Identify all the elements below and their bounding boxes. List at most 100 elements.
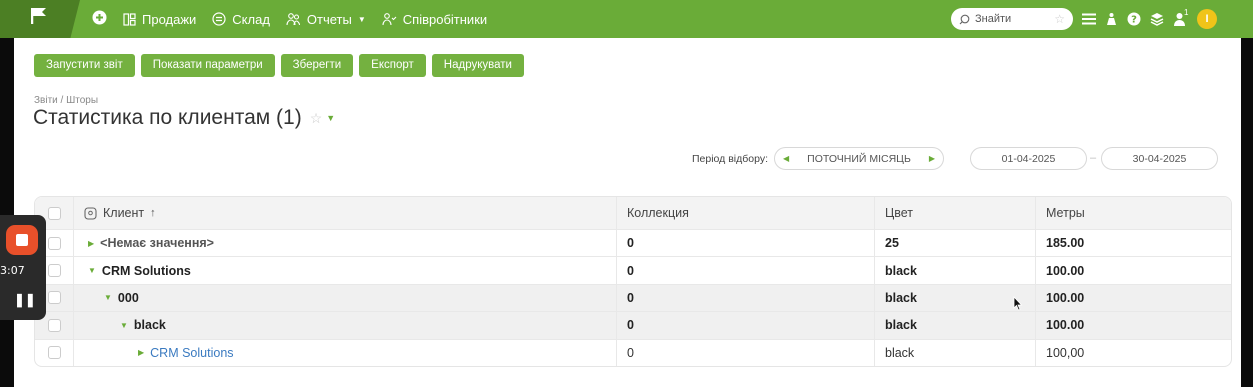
cell-meters: 100.00 — [1046, 290, 1085, 305]
date-to-field[interactable]: 30-04-2025 — [1101, 147, 1218, 170]
cell-client: CRM Solutions — [101, 263, 191, 278]
stop-icon — [16, 234, 28, 246]
column-client-label: Клиент — [103, 206, 145, 220]
column-meters[interactable]: Метры — [1036, 197, 1231, 229]
nav-reports[interactable]: Отчеты ▼ — [286, 12, 366, 27]
period-filter: Період відбору: ◀ ПОТОЧНИЙ МІСЯЦЬ ▶ — [692, 147, 944, 170]
cell-color: black — [875, 284, 1036, 312]
date-separator: – — [1090, 152, 1097, 164]
cell-collection: 0 — [617, 257, 875, 284]
table-row[interactable]: ▶ <Немає значення> 0 25 185.00 — [35, 229, 1231, 257]
cell-meters: 185.00 — [1046, 236, 1085, 251]
next-period-icon[interactable]: ▶ — [929, 154, 935, 163]
period-label: Період відбору: — [692, 152, 768, 165]
favorite-star-icon[interactable]: ☆ — [310, 110, 323, 127]
add-icon[interactable] — [92, 10, 107, 28]
period-selector[interactable]: ◀ ПОТОЧНИЙ МІСЯЦЬ ▶ — [774, 147, 944, 170]
bell-icon[interactable] — [1105, 12, 1118, 26]
show-parameters-button[interactable]: Показати параметри — [140, 54, 275, 77]
cell-meters: 100.00 — [1046, 318, 1085, 333]
table-row[interactable]: ▶ CRM Solutions 0 black 100,00 — [35, 338, 1231, 366]
page-title-wrap: Статистика по клиентам (1) ☆ ▼ — [33, 106, 335, 130]
users-icon — [286, 13, 300, 26]
cell-collection: 0 — [617, 339, 875, 366]
column-collection[interactable]: Коллекция — [617, 197, 875, 229]
report-page: Запустити звіт Показати параметри Зберег… — [14, 38, 1241, 387]
search-placeholder: Знайти — [975, 13, 1012, 25]
pause-icon[interactable]: ❚❚ — [14, 292, 36, 308]
user-notifications[interactable]: 1 — [1173, 8, 1188, 26]
export-button[interactable]: Експорт — [359, 54, 426, 77]
expand-icon[interactable]: ▶ — [138, 348, 144, 357]
expand-icon[interactable]: ▶ — [88, 239, 94, 248]
flag-icon — [31, 8, 46, 24]
cell-client-link[interactable]: CRM Solutions — [150, 346, 233, 360]
star-icon[interactable]: ☆ — [1054, 12, 1065, 26]
table-row[interactable]: ▼ black 0 black 100.00 — [35, 311, 1231, 339]
table-row[interactable]: ▼ 000 0 black 100.00 — [35, 283, 1231, 312]
grid-icon — [123, 12, 136, 26]
sort-asc-icon[interactable]: ↑ — [150, 207, 156, 219]
cell-meters: 100.00 — [1046, 263, 1085, 278]
avatar[interactable]: I — [1197, 9, 1217, 29]
cell-client: 000 — [117, 290, 139, 305]
breadcrumb[interactable]: Звіти / Шторы — [34, 95, 98, 106]
recording-timer: 3:07 — [0, 264, 25, 277]
home-logo[interactable] — [0, 0, 80, 38]
box-icon — [212, 12, 226, 26]
help-icon[interactable]: ? — [1127, 12, 1141, 26]
action-toolbar: Запустити звіт Показати параметри Зберег… — [34, 54, 524, 77]
cell-color: black — [875, 312, 1036, 339]
cell-color: black — [875, 339, 1036, 366]
top-navigation-bar: Продажи Склад Отчеты ▼ Співробітники Зна… — [0, 0, 1253, 38]
date-from-field[interactable]: 01-04-2025 — [970, 147, 1087, 170]
nav-employees[interactable]: Співробітники — [382, 12, 487, 27]
row-checkbox[interactable] — [47, 236, 61, 250]
nav-employees-label: Співробітники — [402, 11, 488, 27]
nav-sales[interactable]: Продажи — [123, 12, 196, 27]
row-checkbox[interactable] — [47, 318, 61, 332]
column-color[interactable]: Цвет — [875, 197, 1036, 229]
table-header: Клиент ↑ Коллекция Цвет Метры — [35, 197, 1231, 229]
collapse-icon[interactable]: ▼ — [88, 266, 96, 275]
search-icon — [959, 14, 970, 24]
cell-color: 25 — [875, 230, 1036, 257]
column-client[interactable]: Клиент ↑ — [74, 197, 617, 229]
nav-sales-label: Продажи — [142, 11, 197, 27]
topbar-tools: ? 1 I — [1082, 0, 1217, 38]
print-button[interactable]: Надрукувати — [431, 54, 524, 77]
nav-warehouse-label: Склад — [232, 11, 270, 27]
select-all-checkbox[interactable] — [47, 206, 61, 220]
prev-period-icon[interactable]: ◀ — [783, 154, 789, 163]
svg-text:?: ? — [1131, 15, 1137, 26]
search-input[interactable]: Знайти ☆ — [951, 8, 1073, 30]
row-checkbox[interactable] — [47, 291, 61, 305]
cell-collection: 0 — [617, 230, 875, 257]
cell-client: black — [133, 318, 166, 333]
nav-reports-label: Отчеты — [306, 11, 352, 27]
cell-collection: 0 — [617, 284, 875, 312]
row-checkbox[interactable] — [47, 346, 61, 360]
collapse-icon[interactable]: ▼ — [104, 293, 112, 302]
save-button[interactable]: Зберегти — [280, 54, 354, 77]
run-report-button[interactable]: Запустити звіт — [34, 54, 135, 77]
row-checkbox[interactable] — [47, 264, 61, 278]
screen-recorder: 3:07 ❚❚ — [0, 215, 46, 320]
report-table: Клиент ↑ Коллекция Цвет Метры ▶ <Немає з… — [34, 196, 1232, 367]
stop-recording-button[interactable] — [6, 225, 38, 255]
cell-collection: 0 — [617, 312, 875, 339]
menu-icon[interactable] — [1082, 13, 1096, 25]
group-icon — [84, 206, 97, 220]
mouse-cursor-icon — [1013, 296, 1023, 311]
cell-meters: 100,00 — [1046, 345, 1085, 360]
table-row[interactable]: ▼ CRM Solutions 0 black 100.00 — [35, 256, 1231, 284]
people-icon — [382, 13, 397, 26]
main-nav: Продажи Склад Отчеты ▼ Співробітники — [92, 0, 487, 38]
nav-warehouse[interactable]: Склад — [212, 12, 270, 27]
title-dropdown-icon[interactable]: ▼ — [326, 113, 335, 123]
cell-client: <Немає значення> — [100, 236, 214, 251]
collapse-icon[interactable]: ▼ — [120, 321, 128, 330]
layers-icon[interactable] — [1150, 12, 1164, 26]
period-value: ПОТОЧНИЙ МІСЯЦЬ — [807, 152, 911, 165]
notification-count: 1 — [1184, 8, 1189, 17]
